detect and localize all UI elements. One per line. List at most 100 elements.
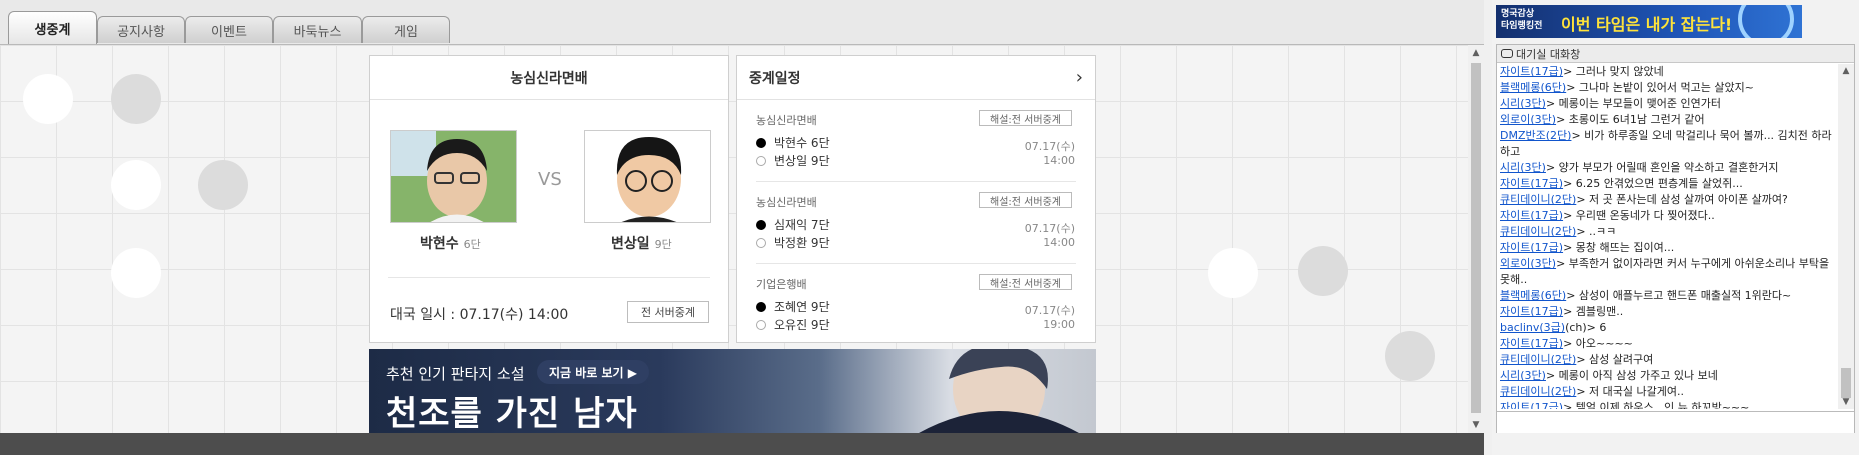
player1-name: 박현수 6단	[420, 236, 481, 252]
white-player: 변상일 9단	[756, 152, 830, 169]
white-stone-icon	[756, 319, 766, 330]
schedule-entry[interactable]: 농심신라면배 해설:전 서버중계 심재익 7단 박정환 9단 07.17(수) …	[737, 182, 1095, 264]
chat-nickname-link[interactable]: 시리(3단)	[1500, 97, 1546, 110]
grey-stone	[198, 160, 248, 210]
chat-nickname-link[interactable]: 자이트(17급)	[1500, 401, 1563, 409]
chat-nickname-link[interactable]: 큐티데이니(2단)	[1500, 225, 1576, 238]
chat-nickname-link[interactable]: 자이트(17급)	[1500, 337, 1563, 350]
chat-message-text: > 6.25 안겪었으면 편층계들 살었쥐...	[1563, 177, 1743, 190]
white-stone	[111, 248, 161, 298]
chat-nickname-link[interactable]: 큐티데이니(2단)	[1500, 385, 1576, 398]
chat-message: 자이트(17급)> 우리땐 온동네가 다 찢어졌다..	[1497, 208, 1837, 224]
tournament-name: 농심신라면배	[756, 114, 817, 127]
player1-photo[interactable]	[390, 130, 517, 223]
scrollbar-thumb[interactable]	[1471, 63, 1481, 413]
chat-nickname-link[interactable]: 자이트(17급)	[1500, 305, 1563, 318]
tab-notice[interactable]: 공지사항	[97, 16, 185, 43]
chat-nickname-link[interactable]: 큐티데이니(2단)	[1500, 193, 1576, 206]
chat-message: 큐티데이니(2단)> 저 곳 폰사는데 삼성 살까여 아이폰 살까여?	[1497, 192, 1837, 208]
white-player: 박정환 9단	[756, 234, 830, 251]
broadcast-schedule-panel: 중계일정 › 농심신라면배 해설:전 서버중계 박현수 6단 변상일 9단 07…	[736, 55, 1096, 343]
main-content: 생중계 공지사항 이벤트 바둑뉴스 게임 농심신라면배 박현수 6단 VS 변상…	[0, 0, 1484, 455]
chat-title: 대기실 대화창	[1516, 47, 1581, 61]
chat-message: 자이트(17급)> 몽창 해뜨는 집이여...	[1497, 240, 1837, 256]
commentary-button[interactable]: 해설:전 서버중계	[979, 274, 1072, 290]
chat-nickname-link[interactable]: 외로이(3단)	[1500, 113, 1556, 126]
chat-message-text: > 삼성 살려구여	[1576, 353, 1654, 366]
chat-input[interactable]	[1497, 411, 1854, 433]
chat-message: 외로이(3단)> 부족한거 없이자라면 커서 누구에게 아쉬운소리나 부탁을 못…	[1497, 256, 1837, 288]
scrollbar-thumb[interactable]	[1841, 368, 1851, 398]
schedule-entry[interactable]: 기업은행배 해설:전 서버중계 조혜연 9단 오유진 9단 07.17(수) 1…	[737, 264, 1095, 346]
match-date: 대국 일시 : 07.17(수) 14:00	[390, 307, 569, 323]
chat-nickname-link[interactable]: 시리(3단)	[1500, 369, 1546, 382]
game-date: 07.17(수)	[1024, 222, 1075, 235]
chat-message: 자이트(17급)> 6.25 안겪었으면 편층계들 살었쥐...	[1497, 176, 1837, 192]
tab-event[interactable]: 이벤트	[185, 16, 273, 43]
black-player: 심재익 7단	[756, 216, 830, 233]
chat-nickname-link[interactable]: 블랙메롱(6단)	[1500, 289, 1566, 302]
chat-message-text: > 몽창 해뜨는 집이여...	[1563, 241, 1675, 254]
chat-nickname-link[interactable]: 시리(3단)	[1500, 161, 1546, 174]
chat-scrollbar[interactable]: ▲ ▼	[1838, 64, 1854, 409]
commentary-button[interactable]: 해설:전 서버중계	[979, 110, 1072, 126]
lobby-chat: 대기실 대화창 자이트(17급)> 그러나 맞지 않았네 블랙메롱(6단)> 그나…	[1496, 44, 1855, 433]
chat-nickname-link[interactable]: 외로이(3단)	[1500, 257, 1556, 270]
chat-nickname-link[interactable]: 자이트(17급)	[1500, 65, 1563, 78]
player2-photo[interactable]	[584, 130, 711, 223]
banner-cta-button[interactable]: 지금 바로 보기 ▶	[537, 360, 650, 384]
chat-message: 블랙메롱(6단)> 삼성이 애플누르고 핸드폰 매출실적 1위란다~	[1497, 288, 1837, 304]
chat-message: baclinv(3급)(ch)> 6	[1497, 320, 1837, 336]
tab-game[interactable]: 게임	[362, 16, 450, 43]
schedule-header[interactable]: 중계일정 ›	[737, 56, 1095, 100]
white-stone-icon	[756, 155, 766, 166]
chat-message-text: > ..ㅋㅋ	[1576, 225, 1617, 238]
chat-message: 시리(3단)> 양가 부모가 어릴때 혼인을 약소하고 결혼한거지	[1497, 160, 1837, 176]
clock-icon	[1738, 5, 1794, 38]
scroll-down-icon[interactable]: ▼	[1838, 395, 1854, 409]
chat-header: 대기실 대화창	[1497, 45, 1854, 63]
scroll-up-icon[interactable]: ▲	[1468, 45, 1484, 61]
chat-message: 자이트(17급)> 겜블링맨..	[1497, 304, 1837, 320]
banner-illustration	[919, 349, 1079, 433]
chat-message: DMZ반조(2단)> 비가 하루종일 오네 막걸리나 묵어 볼까... 김치전 …	[1497, 128, 1837, 160]
match-title: 농심신라면배	[370, 56, 728, 100]
chat-message: 시리(3단)> 메롱이는 부모들이 맺어준 인연가터	[1497, 96, 1837, 112]
chat-nickname-link[interactable]: baclinv(3급)	[1500, 321, 1565, 334]
white-stone	[111, 160, 161, 210]
chat-message-text: > 그러나 맞지 않았네	[1563, 65, 1664, 78]
ad-headline: 이번 타임은 내가 잡는다!	[1561, 15, 1733, 34]
chat-message-text: > 겜블링맨..	[1563, 305, 1624, 318]
chat-message: 자이트(17급)> 그러나 맞지 않았네	[1497, 64, 1837, 80]
chevron-right-icon[interactable]: ›	[1076, 67, 1083, 88]
chat-nickname-link[interactable]: 자이트(17급)	[1500, 241, 1563, 254]
tab-baduk-news[interactable]: 바둑뉴스	[273, 16, 362, 43]
chat-message-text: > 초롱이도 6녀1남 그런거 같어	[1556, 113, 1705, 126]
chat-nickname-link[interactable]: 큐티데이니(2단)	[1500, 353, 1576, 366]
time-ranking-ad-banner[interactable]: 명국감상 타임랭킹전 이번 타임은 내가 잡는다!	[1496, 5, 1802, 38]
black-player: 박현수 6단	[756, 134, 830, 151]
novel-ad-banner[interactable]: 추천 인기 판타지 소설 지금 바로 보기 ▶ 천조를 가진 남자	[369, 349, 1096, 433]
chat-message: 큐티데이니(2단)> ..ㅋㅋ	[1497, 224, 1837, 240]
all-server-button[interactable]: 전 서버중계	[627, 301, 709, 323]
tab-live[interactable]: 생중계	[8, 11, 97, 44]
chat-message-text: > 저 대국실 나갈게여..	[1576, 385, 1684, 398]
chat-nickname-link[interactable]: 자이트(17급)	[1500, 177, 1563, 190]
main-scrollbar[interactable]: ▲ ▼	[1468, 45, 1484, 433]
chat-message-text: > 삼성이 애플누르고 핸드폰 매출실적 1위란다~	[1566, 289, 1792, 302]
chat-nickname-link[interactable]: 블랙메롱(6단)	[1500, 81, 1566, 94]
tournament-name: 기업은행배	[756, 278, 807, 291]
chat-message: 큐티데이니(2단)> 저 대국실 나갈게여..	[1497, 384, 1837, 400]
scroll-up-icon[interactable]: ▲	[1838, 64, 1854, 78]
chat-nickname-link[interactable]: DMZ반조(2단)	[1500, 129, 1571, 142]
grey-stone	[1385, 331, 1435, 381]
game-time: 14:00	[1043, 154, 1075, 167]
scroll-down-icon[interactable]: ▼	[1468, 417, 1484, 433]
chat-message: 외로이(3단)> 초롱이도 6녀1남 그런거 같어	[1497, 112, 1837, 128]
chat-message-text: > 그나마 논밭이 있어서 먹고는 살았지~	[1566, 81, 1754, 94]
commentary-button[interactable]: 해설:전 서버중계	[979, 192, 1072, 208]
schedule-entry[interactable]: 농심신라면배 해설:전 서버중계 박현수 6단 변상일 9단 07.17(수) …	[737, 100, 1095, 182]
chat-message-text: (ch)> 6	[1565, 321, 1607, 334]
chat-nickname-link[interactable]: 자이트(17급)	[1500, 209, 1563, 222]
white-stone	[23, 74, 73, 124]
